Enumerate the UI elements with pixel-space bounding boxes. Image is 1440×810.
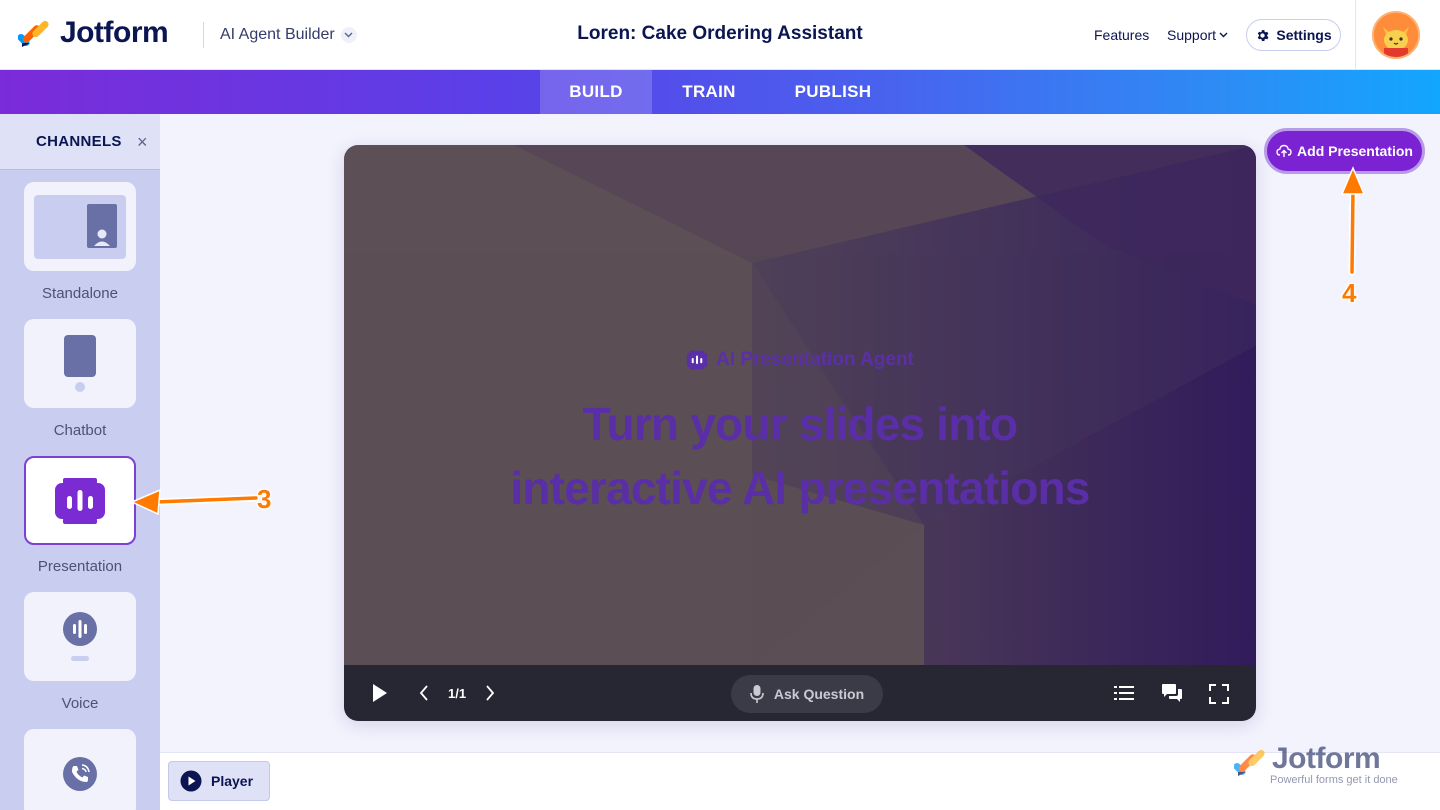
user-avatar[interactable]: [1372, 11, 1420, 59]
next-slide-button[interactable]: [480, 683, 500, 703]
prev-slide-button[interactable]: [414, 683, 434, 703]
play-button[interactable]: [368, 681, 392, 705]
watermark-logo-text: Jotform: [1272, 742, 1381, 775]
standalone-icon: [34, 194, 126, 259]
chevron-left-icon: [419, 685, 428, 701]
jotform-logo-icon: [1234, 749, 1265, 776]
support-label: Support: [1167, 27, 1217, 43]
slide-list-button[interactable]: [1112, 683, 1136, 703]
page-indicator: 1/1: [448, 686, 467, 701]
agent-title[interactable]: Loren: Cake Ordering Assistant: [577, 23, 862, 44]
player-controls: 1/1 Ask Question: [344, 665, 1256, 721]
watermark-tagline: Powerful forms get it done: [1270, 774, 1398, 786]
channel-chatbot-label: Chatbot: [53, 422, 107, 439]
product-switcher[interactable]: AI Agent Builder: [220, 26, 357, 44]
features-link[interactable]: Features: [1094, 27, 1149, 43]
fullscreen-icon: [1209, 684, 1229, 704]
presentation-icon: [686, 350, 708, 370]
chevron-down-icon: [340, 27, 357, 43]
tab-train-label: TRAIN: [682, 82, 736, 101]
top-header: Jotform AI Agent Builder Loren: Cake Ord…: [0, 0, 1440, 70]
add-presentation-button[interactable]: Add Presentation: [1264, 128, 1425, 174]
settings-label: Settings: [1276, 27, 1332, 43]
channel-voice[interactable]: [24, 592, 136, 681]
header-divider: [203, 22, 204, 48]
channel-presentation[interactable]: [24, 456, 136, 545]
play-circle-icon: [180, 770, 202, 792]
ask-question-button[interactable]: Ask Question: [731, 675, 883, 713]
gear-icon: [1258, 29, 1269, 41]
header-separator: [1355, 0, 1356, 70]
add-presentation-label: Add Presentation: [1297, 143, 1413, 159]
slide-heading: Turn your slides into interactive AI pre…: [344, 392, 1256, 520]
chat-bubbles-icon: [1162, 684, 1182, 702]
close-icon[interactable]: ×: [137, 133, 148, 151]
tab-train[interactable]: TRAIN: [652, 70, 766, 114]
jotform-watermark: Jotform Powerful forms get it done: [1232, 742, 1412, 790]
fullscreen-button[interactable]: [1208, 683, 1230, 705]
channel-standalone-label: Standalone: [42, 285, 118, 302]
annotation-label-3: 3: [257, 484, 272, 514]
list-icon: [1114, 686, 1134, 700]
channel-chatbot[interactable]: [24, 319, 136, 408]
tab-publish[interactable]: PUBLISH: [766, 70, 900, 114]
channel-presentation-label: Presentation: [37, 558, 123, 575]
slide-badge: AI Presentation Agent: [344, 349, 1256, 371]
slide-heading-line1: Turn your slides into: [582, 398, 1019, 450]
channel-standalone[interactable]: [24, 182, 136, 271]
phone-icon: [63, 756, 97, 791]
sidebar-header: CHANNELS: [0, 114, 160, 170]
slide-heading-line2: interactive AI presentations: [510, 462, 1090, 514]
slide-badge-label: AI Presentation Agent: [716, 349, 914, 370]
channel-phone[interactable]: [24, 729, 136, 810]
avatar-cat-icon: [1374, 13, 1418, 57]
jotform-logo[interactable]: Jotform: [18, 16, 169, 50]
sidebar-title: CHANNELS: [36, 133, 122, 150]
player-button[interactable]: Player: [168, 761, 270, 801]
tab-publish-label: PUBLISH: [794, 82, 872, 101]
annotation-label-4: 4: [1342, 278, 1357, 308]
builder-tabbar: BUILD TRAIN PUBLISH: [0, 70, 1440, 114]
support-menu[interactable]: Support: [1167, 27, 1228, 43]
channels-sidebar: CHANNELS × Standalone Chatbot Presentati…: [0, 114, 160, 810]
presentation-icon: [55, 477, 105, 524]
tab-build[interactable]: BUILD: [540, 70, 652, 114]
cloud-upload-icon: [1276, 144, 1292, 157]
voice-icon: [63, 611, 97, 661]
product-name-label: AI Agent Builder: [220, 26, 335, 43]
chevron-down-icon: [1219, 32, 1228, 38]
logo-text: Jotform: [60, 16, 169, 49]
chevron-right-icon: [486, 685, 495, 701]
ask-question-label: Ask Question: [773, 686, 865, 702]
play-icon: [373, 684, 387, 702]
chatbot-icon: [64, 334, 96, 392]
chat-button[interactable]: [1159, 682, 1185, 704]
presentation-slide[interactable]: AI Presentation Agent Turn your slides i…: [344, 145, 1256, 721]
settings-button[interactable]: Settings: [1246, 19, 1341, 51]
jotform-logo-icon: [18, 20, 49, 47]
tab-build-label: BUILD: [569, 82, 623, 101]
microphone-icon: [750, 685, 764, 703]
player-label: Player: [211, 773, 254, 789]
channel-voice-label: Voice: [61, 695, 99, 712]
